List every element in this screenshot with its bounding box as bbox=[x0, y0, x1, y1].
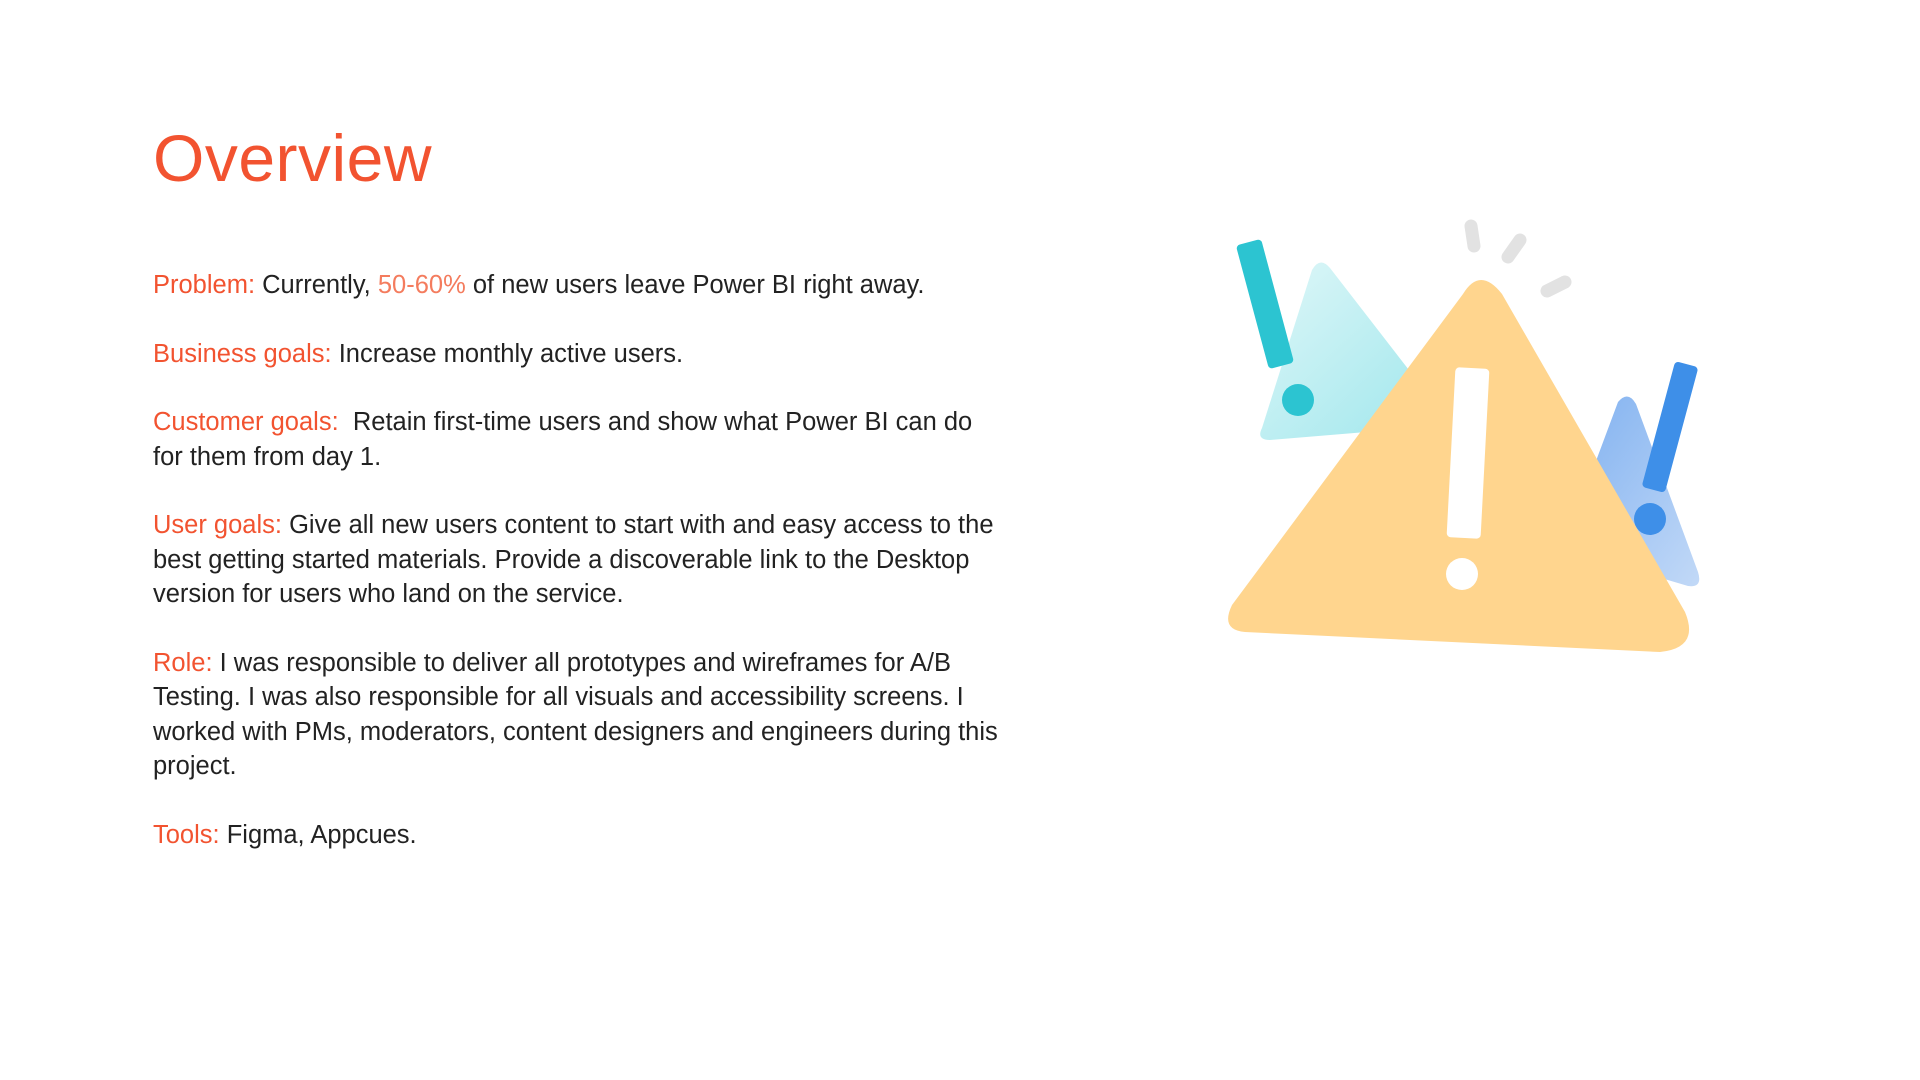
page-title: Overview bbox=[153, 121, 433, 195]
problem-percentage: 50-60% bbox=[377, 271, 466, 299]
role-text: I was responsible to deliver all prototy… bbox=[153, 648, 998, 781]
warning-triangle-icon bbox=[1228, 219, 1700, 652]
customer-goals-paragraph: Customer goals: Retain first-time users … bbox=[153, 405, 1003, 474]
problem-text-after: of new users leave Power BI right away. bbox=[465, 271, 925, 299]
problem-text-before: Currently, bbox=[255, 271, 378, 299]
user-goals-paragraph: User goals: Give all new users content t… bbox=[153, 508, 1003, 612]
problem-paragraph: Problem: Currently, 50-60% of new users … bbox=[153, 268, 1003, 303]
tools-text: Figma, Appcues. bbox=[219, 820, 417, 849]
user-goals-label: User goals: bbox=[153, 511, 282, 539]
tools-label: Tools: bbox=[153, 820, 220, 849]
role-paragraph: Role: I was responsible to deliver all p… bbox=[153, 646, 1003, 784]
problem-label: Problem: bbox=[153, 271, 256, 299]
business-goals-label: Business goals: bbox=[153, 339, 332, 368]
role-label: Role: bbox=[153, 648, 213, 677]
business-goals-paragraph: Business goals: Increase monthly active … bbox=[153, 337, 1003, 372]
business-goals-text: Increase monthly active users. bbox=[331, 339, 684, 368]
overview-content: Problem: Currently, 50-60% of new users … bbox=[153, 268, 1003, 886]
tools-paragraph: Tools: Figma, Appcues. bbox=[153, 818, 1003, 853]
customer-goals-label: Customer goals: bbox=[153, 408, 339, 436]
